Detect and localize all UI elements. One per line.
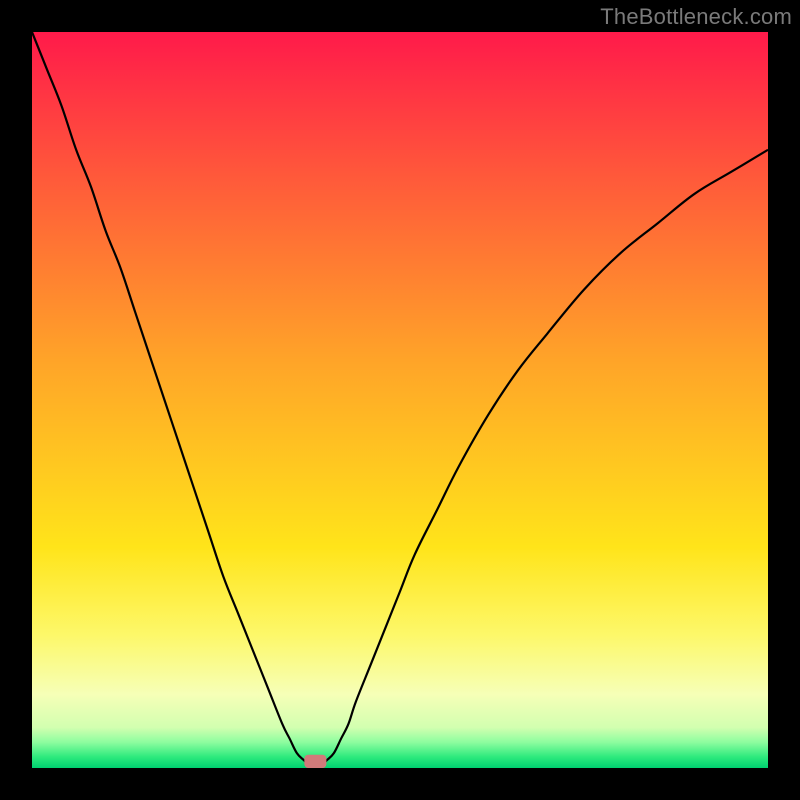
optimum-marker [304, 755, 326, 768]
chart-frame: TheBottleneck.com [0, 0, 800, 800]
plot-area [32, 32, 768, 768]
bottleneck-curve [32, 32, 768, 768]
curve-path [32, 32, 768, 768]
watermark-text: TheBottleneck.com [600, 4, 792, 30]
